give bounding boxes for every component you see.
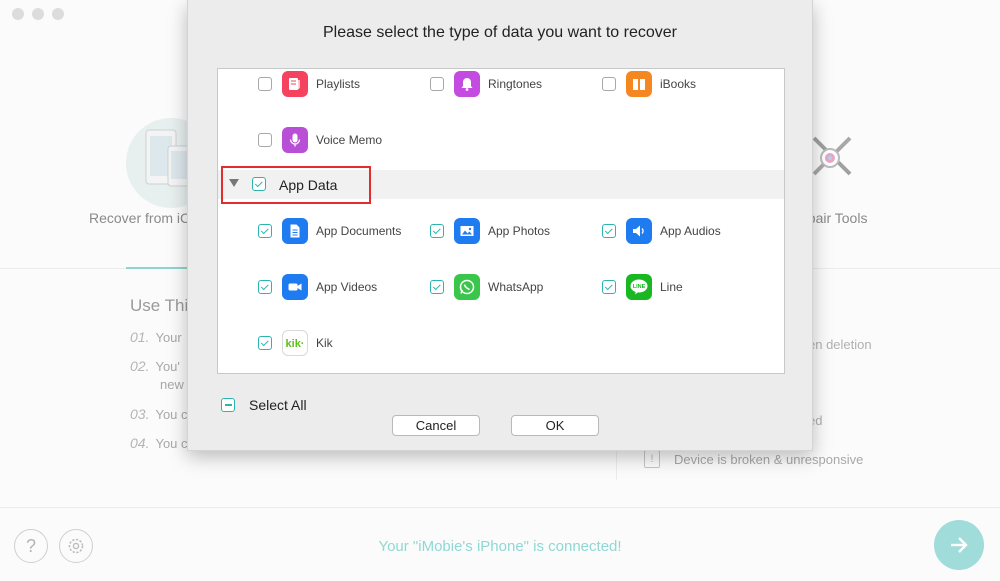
whatsapp-checkbox[interactable] xyxy=(430,280,444,294)
data-type-list[interactable]: Playlists Ringtones iBooks Voice Memo Ap… xyxy=(217,68,785,374)
document-icon xyxy=(282,218,308,244)
svg-text:LINE: LINE xyxy=(633,284,646,290)
minimize-window-button[interactable] xyxy=(32,8,44,20)
kik-checkbox[interactable] xyxy=(258,336,272,350)
scenario-item-broken: ! Device is broken & unresponsive xyxy=(644,450,863,468)
playlists-icon xyxy=(282,71,308,97)
app-videos-checkbox[interactable] xyxy=(258,280,272,294)
device-connected-status: Your "iMobie's iPhone" is connected! xyxy=(378,538,622,555)
app-audios-checkbox[interactable] xyxy=(602,224,616,238)
data-type-item-app-audios[interactable]: App Audios xyxy=(602,217,721,245)
whatsapp-icon xyxy=(454,274,480,300)
data-type-item-ibooks[interactable]: iBooks xyxy=(602,70,696,98)
highlight-annotation-box xyxy=(221,166,371,204)
speaker-icon xyxy=(626,218,652,244)
ringtones-icon xyxy=(454,71,480,97)
photo-icon xyxy=(454,218,480,244)
data-type-item-playlists[interactable]: Playlists xyxy=(258,70,360,98)
close-window-button[interactable] xyxy=(12,8,24,20)
zoom-window-button[interactable] xyxy=(52,8,64,20)
data-type-item-app-photos[interactable]: App Photos xyxy=(430,217,550,245)
data-type-item-kik[interactable]: kik· Kik xyxy=(258,329,333,357)
step-item: 03. You c xyxy=(130,406,188,422)
microphone-icon xyxy=(282,127,308,153)
line-checkbox[interactable] xyxy=(602,280,616,294)
active-mode-indicator xyxy=(126,267,188,269)
ibooks-icon xyxy=(626,71,652,97)
select-data-type-dialog: Please select the type of data you want … xyxy=(187,0,813,451)
video-camera-icon xyxy=(282,274,308,300)
step-item: 01. Your xyxy=(130,329,182,345)
footer-divider xyxy=(0,507,1000,508)
ringtones-checkbox[interactable] xyxy=(430,77,444,91)
app-documents-checkbox[interactable] xyxy=(258,224,272,238)
line-icon: LINE xyxy=(626,274,652,300)
data-type-item-whatsapp[interactable]: WhatsApp xyxy=(430,273,543,301)
ibooks-checkbox[interactable] xyxy=(602,77,616,91)
select-all-checkbox[interactable] xyxy=(221,398,235,412)
data-type-item-voice-memo[interactable]: Voice Memo xyxy=(258,126,382,154)
svg-text:kik·: kik· xyxy=(286,338,305,350)
voice-memo-checkbox[interactable] xyxy=(258,133,272,147)
next-button[interactable] xyxy=(934,520,984,570)
repair-tools-icon[interactable] xyxy=(806,130,858,182)
data-type-item-app-videos[interactable]: App Videos xyxy=(258,273,377,301)
app-photos-checkbox[interactable] xyxy=(430,224,444,238)
select-all-toggle[interactable]: Select All xyxy=(221,397,307,413)
arrow-right-icon xyxy=(951,537,968,553)
warning-icon: ! xyxy=(644,450,660,468)
step-item: 02. You' xyxy=(130,358,180,374)
data-type-item-line[interactable]: LINE Line xyxy=(602,273,683,301)
cancel-button[interactable]: Cancel xyxy=(392,415,480,436)
ok-button[interactable]: OK xyxy=(511,415,599,436)
step-item-continued: new xyxy=(160,377,184,392)
step-item: 04. You c xyxy=(130,435,188,451)
recover-from-icloud-label: Recover from iC xyxy=(89,210,191,226)
data-type-item-ringtones[interactable]: Ringtones xyxy=(430,70,542,98)
use-this-heading: Use Thi xyxy=(130,296,189,315)
window-controls xyxy=(12,8,64,20)
dialog-title: Please select the type of data you want … xyxy=(323,24,677,41)
playlists-checkbox[interactable] xyxy=(258,77,272,91)
scenario-item: en deletion xyxy=(808,337,872,352)
data-type-item-app-documents[interactable]: App Documents xyxy=(258,217,401,245)
kik-icon: kik· xyxy=(282,330,308,356)
